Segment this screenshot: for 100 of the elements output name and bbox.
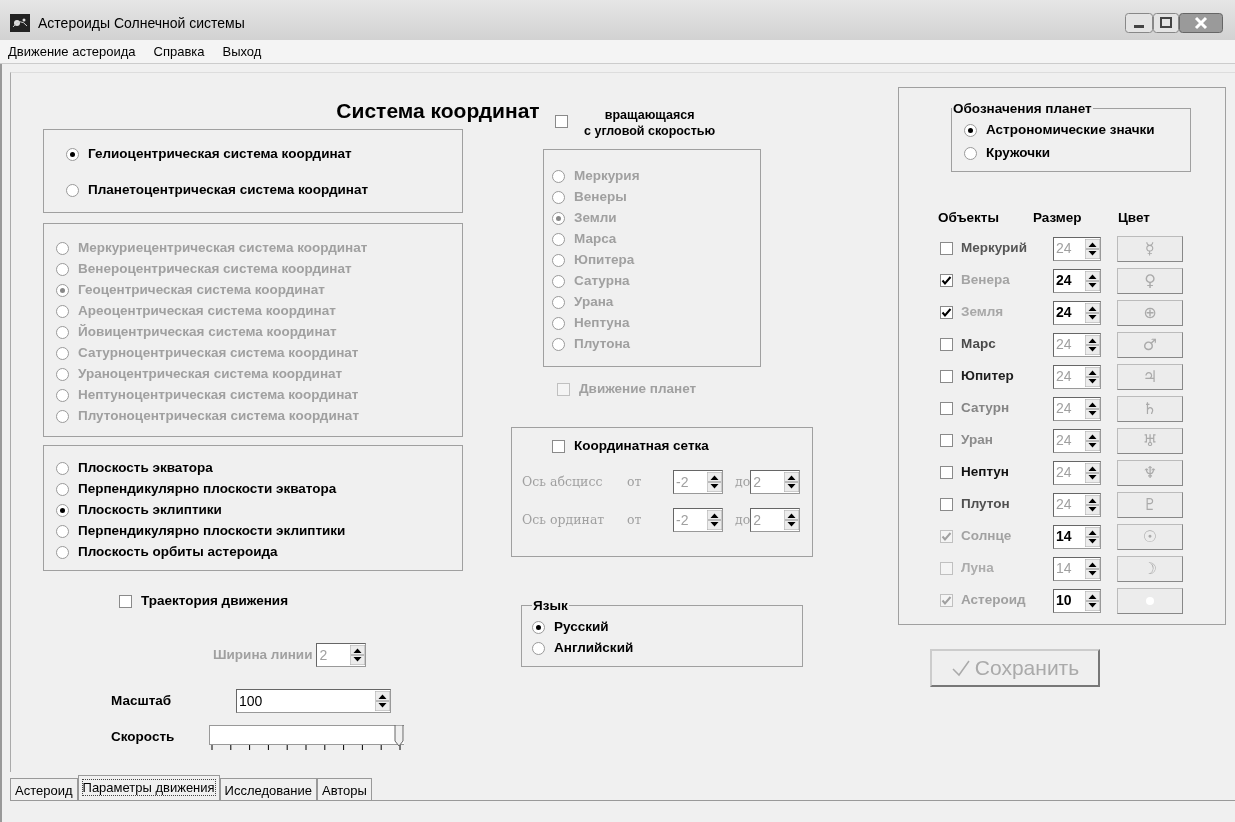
color-button[interactable]: ⊕ [1117,299,1183,326]
field-label: до [735,510,751,529]
checkbox[interactable] [940,402,953,415]
checkbox[interactable] [940,274,953,287]
option-label: Траектория движения [141,591,288,610]
spinner-arrows-icon[interactable] [784,510,800,530]
checkbox[interactable] [940,434,953,447]
menu-item[interactable]: Выход [222,41,262,62]
option-label: Плутона [574,334,631,353]
spin-field[interactable]: 24 [1053,428,1101,453]
tab[interactable]: Авторы [316,778,372,800]
spin-field[interactable]: 24 [1053,332,1101,357]
object-label: Сатурн [960,399,1011,418]
field-label: Ось абсцисс [522,472,604,491]
option-label: вращающаяся [604,107,695,123]
radio-button[interactable] [66,147,79,161]
field-label: Скорость [111,728,176,746]
radio-button[interactable] [66,183,79,197]
color-button[interactable]: ♄ [1117,395,1183,422]
field-label: до [735,472,751,491]
color-button[interactable]: ♅ [1117,427,1183,454]
checkbox[interactable] [940,370,953,383]
spin-field[interactable]: 24 [1053,492,1101,517]
spinner-arrows-icon[interactable] [784,472,800,492]
maximize-icon[interactable] [1153,13,1179,33]
object-label: Уран [960,431,994,450]
option-label: Движение планет [579,379,697,398]
spinner-arrows-icon[interactable] [707,510,722,530]
checkbox[interactable] [940,306,953,319]
menu-item[interactable]: Справка [153,41,205,62]
spin-field[interactable]: -2 [673,470,723,494]
color-button[interactable]: ♇ [1117,491,1183,518]
menu-item[interactable]: Движение астероида [8,41,136,62]
tab[interactable]: Астероид [10,778,78,800]
object-label: Марс [960,335,997,354]
field-label: Ось ординат [522,510,606,529]
checkbox[interactable] [119,594,132,608]
radio-button[interactable] [964,123,977,137]
color-button[interactable]: ♃ [1117,363,1183,390]
spinner-arrows-icon[interactable] [1085,462,1100,483]
minimize-icon[interactable] [1125,13,1153,33]
spinner-arrows-icon[interactable] [375,691,390,711]
option-label: Астрономические значки [986,121,1155,140]
spin-field[interactable]: 2 [750,470,801,494]
slider-thumb[interactable] [394,725,404,747]
spinner-arrows-icon[interactable] [1085,334,1100,355]
option-label: Сатурна [574,271,630,290]
tab[interactable]: Исследование [219,778,317,800]
option-label: Английский [554,639,634,658]
spinner-arrows-icon[interactable] [1085,494,1100,515]
spin-field[interactable]: 24 [1053,236,1101,261]
tab[interactable]: Параметры движения [77,775,220,800]
option-label: Геоцентрическая система координат [78,280,325,299]
spin-field[interactable]: 24 [1053,364,1101,389]
spin-field[interactable]: 24 [1053,268,1101,293]
option-label: Гелиоцентрическая система координат [88,144,352,163]
spin-field[interactable]: 24 [1053,396,1101,421]
spinner-arrows-icon[interactable] [350,645,366,665]
object-label: Луна [960,559,995,578]
field-label: Ширина линии [213,645,313,664]
color-button[interactable]: ♂ [1117,331,1183,358]
radio-button[interactable] [964,146,977,160]
radio-button[interactable] [532,641,545,655]
spinner-arrows-icon[interactable] [1085,558,1100,579]
color-button[interactable]: ☿ [1117,235,1183,262]
checkmark-icon [950,658,971,678]
spinner-arrows-icon[interactable] [1085,366,1100,387]
option-label: Ураноцентрическая система координат [78,364,343,383]
spinner-arrows-icon[interactable] [1085,238,1100,259]
spinner-arrows-icon[interactable] [1085,270,1100,291]
spin-field[interactable]: 2 [750,508,801,532]
spinner-arrows-icon[interactable] [1085,302,1100,323]
checkbox[interactable] [555,115,568,128]
checkbox[interactable] [940,498,953,511]
spin-field[interactable]: 24 [1053,300,1101,325]
spinner-arrows-icon[interactable] [1085,398,1100,419]
spin-field[interactable]: 24 [1053,460,1101,485]
spinner-arrows-icon[interactable] [1085,590,1100,611]
spinner-arrows-icon[interactable] [707,472,722,492]
spinner-arrows-icon[interactable] [1085,526,1100,547]
radio-button[interactable] [56,461,69,475]
radio-button[interactable] [56,545,69,559]
close-icon[interactable] [1179,13,1223,33]
radio-button[interactable] [56,524,69,538]
checkbox[interactable] [940,242,953,255]
color-button[interactable]: ♆ [1117,459,1183,486]
color-button[interactable]: ♀ [1117,267,1183,294]
spin-field[interactable]: -2 [673,508,723,532]
radio-button[interactable] [56,482,69,496]
option-label: Марса [574,229,617,248]
option-label: Плоскость орбиты астероида [78,542,278,561]
checkbox[interactable] [940,466,953,479]
radio-button[interactable] [56,503,69,517]
window-title: Астероиды Солнечной системы [38,13,245,33]
checkbox[interactable] [940,338,953,351]
color-button[interactable] [1117,587,1183,614]
spin-field[interactable]: 100 [236,689,391,713]
radio-button[interactable] [532,620,545,634]
spinner-arrows-icon[interactable] [1085,430,1100,451]
checkbox[interactable] [552,439,565,453]
